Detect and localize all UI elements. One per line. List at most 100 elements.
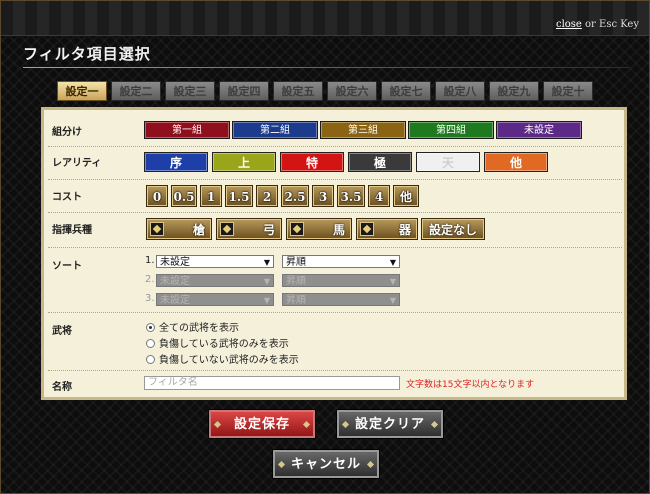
filter-dialog: close or Esc Key フィルタ項目選択 設定一 設定二 設定三 設定四 設定…: [0, 0, 650, 494]
sort-priority-number: 2.: [145, 274, 155, 285]
divider: [48, 247, 622, 248]
cost-button[interactable]: 2.5: [281, 185, 309, 207]
filter-name-input[interactable]: フィルタ名: [144, 376, 400, 390]
cost-button-label: 0.5: [173, 190, 195, 204]
cost-button[interactable]: 4: [368, 185, 390, 207]
spear-icon: [150, 222, 164, 236]
settings-tab[interactable]: 設定八: [435, 81, 485, 101]
settings-tab[interactable]: 設定四: [219, 81, 269, 101]
sort-order-select: 昇順 ▼: [282, 293, 400, 306]
close-hint: or Esc Key: [581, 19, 639, 30]
chevron-down-icon: ▼: [263, 258, 270, 267]
general-filter-radio[interactable]: 負傷している武将のみを表示: [146, 335, 289, 350]
unit-type-button[interactable]: 器: [356, 218, 418, 240]
settings-tab[interactable]: 設定六: [327, 81, 377, 101]
cost-button-label: 2.5: [284, 190, 306, 204]
chevron-down-icon: ▼: [389, 258, 396, 267]
clear-settings-button[interactable]: 設定クリア: [336, 409, 444, 439]
cost-button[interactable]: 3.5: [337, 185, 365, 207]
unit-type-button[interactable]: 馬: [286, 218, 352, 240]
dialog-title: フィルタ項目選択: [23, 45, 151, 63]
group-label: 組分け: [52, 127, 82, 138]
cost-button[interactable]: 1.5: [225, 185, 253, 207]
group-button[interactable]: 第四組: [408, 121, 494, 139]
sort-key-value: 未設定: [160, 295, 190, 306]
cost-button[interactable]: 3: [312, 185, 334, 207]
chevron-down-icon: ▼: [389, 296, 396, 305]
chevron-down-icon: ▼: [389, 277, 396, 286]
cost-label: コスト: [52, 192, 82, 203]
rarity-button[interactable]: 特: [280, 152, 344, 172]
sort-key-value: 未設定: [160, 276, 190, 287]
bow-icon: [220, 222, 234, 236]
name-label: 名称: [52, 382, 72, 393]
cost-button-label: 0: [152, 190, 162, 204]
unit-type-label: 馬: [332, 223, 345, 237]
sort-order-select: 昇順 ▼: [282, 274, 400, 287]
cost-button-label: 1: [206, 190, 216, 204]
cost-button-label: 3: [318, 190, 328, 204]
rarity-button[interactable]: 上: [212, 152, 276, 172]
rarity-button[interactable]: 天: [416, 152, 480, 172]
weapon-icon: [360, 222, 374, 236]
sort-key-value: 未設定: [160, 257, 190, 268]
horse-icon: [290, 222, 304, 236]
group-button[interactable]: 第二組: [232, 121, 318, 139]
divider: [48, 146, 622, 147]
cost-button-label: 3.5: [340, 190, 362, 204]
chevron-down-icon: ▼: [263, 296, 270, 305]
unit-type-button[interactable]: 槍: [146, 218, 212, 240]
settings-tab[interactable]: 設定十: [543, 81, 593, 101]
radio-icon: [146, 339, 155, 348]
settings-tab[interactable]: 設定一: [57, 81, 107, 101]
settings-tab[interactable]: 設定三: [165, 81, 215, 101]
unit-type-button[interactable]: 弓: [216, 218, 282, 240]
rarity-button[interactable]: 他: [484, 152, 548, 172]
radio-label: 全ての武将を表示: [159, 323, 239, 334]
divider: [48, 370, 622, 371]
general-filter-radio[interactable]: 全ての武将を表示: [146, 319, 239, 334]
group-button[interactable]: 第一組: [144, 121, 230, 139]
cancel-button[interactable]: キャンセル: [272, 449, 380, 479]
name-length-note: 文字数は15文字以内となります: [406, 380, 535, 390]
sort-order-value: 昇順: [286, 257, 306, 268]
settings-tab[interactable]: 設定五: [273, 81, 323, 101]
settings-tab[interactable]: 設定二: [111, 81, 161, 101]
rarity-label: レアリティ: [52, 158, 102, 169]
close-link[interactable]: close: [556, 19, 582, 30]
sort-order-value: 昇順: [286, 295, 306, 306]
settings-tab[interactable]: 設定七: [381, 81, 431, 101]
unit-type-label: 槍: [192, 223, 205, 237]
cost-button[interactable]: 他: [393, 185, 419, 207]
cost-button-label: 2: [262, 190, 272, 204]
divider: [48, 212, 622, 213]
close-area: close or Esc Key: [556, 19, 639, 30]
general-label: 武将: [52, 326, 72, 337]
cost-button-label: 4: [374, 190, 384, 204]
radio-icon: [146, 323, 155, 332]
divider: [48, 179, 622, 180]
general-filter-radio[interactable]: 負傷していない武将のみを表示: [146, 351, 299, 366]
unit-type-label: 指揮兵種: [52, 225, 92, 236]
cost-button[interactable]: 0: [146, 185, 168, 207]
sort-order-select[interactable]: 昇順 ▼: [282, 255, 400, 268]
group-button[interactable]: 未設定: [496, 121, 582, 139]
sort-label: ソート: [52, 261, 82, 272]
rarity-button[interactable]: 極: [348, 152, 412, 172]
sort-key-select[interactable]: 未設定 ▼: [156, 255, 274, 268]
radio-label: 負傷していない武将のみを表示: [159, 355, 299, 366]
unit-type-button[interactable]: 設定なし: [421, 218, 485, 240]
top-pattern-bar: [1, 1, 649, 36]
rarity-button[interactable]: 序: [144, 152, 208, 172]
cost-button[interactable]: 2: [256, 185, 278, 207]
sort-key-select: 未設定 ▼: [156, 293, 274, 306]
cost-button[interactable]: 0.5: [171, 185, 197, 207]
divider: [48, 312, 622, 313]
group-button[interactable]: 第三組: [320, 121, 406, 139]
settings-tab[interactable]: 設定九: [489, 81, 539, 101]
cost-button-label: 他: [399, 190, 412, 204]
sort-key-select: 未設定 ▼: [156, 274, 274, 287]
cost-button[interactable]: 1: [200, 185, 222, 207]
sort-priority-number: 3.: [145, 293, 155, 304]
save-settings-button[interactable]: 設定保存: [208, 409, 316, 439]
